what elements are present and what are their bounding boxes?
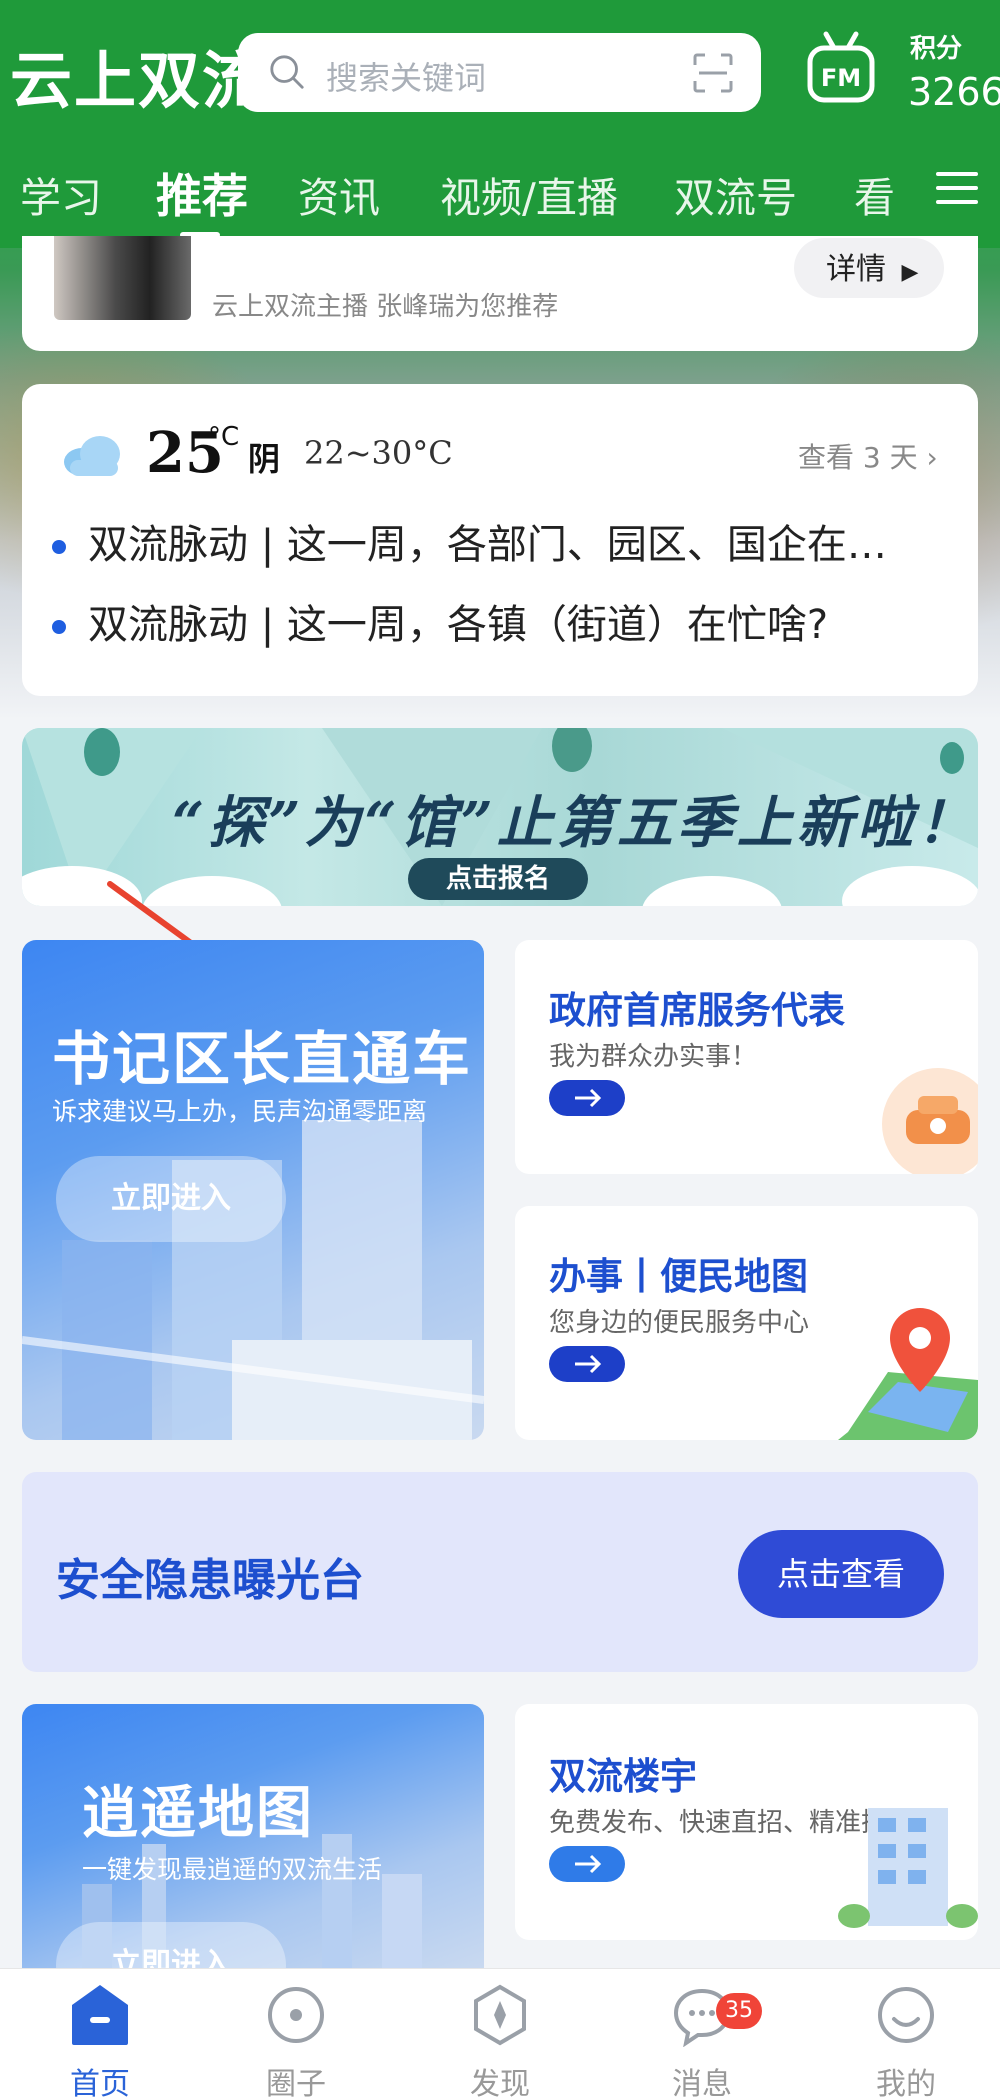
arrow-right-icon	[575, 1088, 602, 1108]
nav-discover[interactable]: 发现	[400, 1969, 600, 2097]
chevron-right-icon: ›	[926, 441, 938, 474]
gov-service-title: 政府首席服务代表	[549, 989, 845, 1032]
service-map-subtitle: 您身边的便民服务中心	[549, 1308, 810, 1338]
secretary-tile-subtitle: 诉求建议马上办，民声沟通零距离	[52, 1097, 428, 1126]
points-value[interactable]: 3266	[908, 70, 1000, 114]
news-item[interactable]: 双流脉动 | 这一周，各镇（街道）在忙啥?	[52, 592, 828, 650]
map-pin-icon	[838, 1308, 978, 1440]
channel-tabs: 学习 推荐 资讯 视频/直播 双流号 看	[0, 160, 1000, 238]
temperature-unit: °C	[208, 422, 240, 452]
anchor-recommend-card[interactable]: 云上双流主播 张峰瑞为您推荐 详情 ▶	[22, 236, 978, 351]
menu-icon[interactable]	[936, 170, 978, 206]
building-icon	[838, 1808, 978, 1928]
message-badge: 35	[716, 1993, 762, 2029]
news-title: 双流脉动 | 这一周，各镇（街道）在忙啥?	[88, 602, 829, 648]
service-map-arrow-button[interactable]	[549, 1346, 625, 1382]
cloud-icon	[64, 436, 120, 476]
arrow-right-icon	[575, 1354, 602, 1374]
anchor-photo	[54, 236, 191, 320]
safety-hazard-tile[interactable]: 安全隐患曝光台 点击查看	[22, 1472, 978, 1672]
nav-home-label: 首页	[70, 2067, 130, 2097]
tab-recommend[interactable]: 推荐	[156, 160, 248, 226]
bullet-icon	[52, 620, 66, 634]
signup-button[interactable]: 点击报名	[408, 858, 588, 900]
nav-messages[interactable]: 35 消息	[602, 1969, 802, 2097]
service-map-title: 办事丨便民地图	[549, 1255, 808, 1298]
arrow-right-icon	[575, 1854, 602, 1874]
anchor-subtitle: 云上双流主播 张峰瑞为您推荐	[212, 292, 559, 322]
search-placeholder: 搜索关键词	[326, 59, 487, 97]
leisure-map-title: 逍遥地图	[82, 1781, 314, 1846]
gov-service-arrow-button[interactable]	[549, 1080, 625, 1116]
secretary-enter-button[interactable]: 立即进入	[56, 1156, 286, 1242]
home-icon	[72, 1985, 128, 2045]
buildings-tile[interactable]: 双流楼宇 免费发布、快速直招、精准搜房	[515, 1704, 978, 1940]
tab-video-live[interactable]: 视频/直播	[440, 164, 618, 224]
nav-home[interactable]: 首页	[0, 1969, 200, 2097]
weather-condition: 阴	[248, 440, 281, 478]
top-header: 云上双流 搜索关键词 FM 积分 3266 学习 推荐 资讯 视频/直播 双流号…	[0, 0, 1000, 248]
circle-icon	[268, 1987, 324, 2043]
news-title: 双流脉动 | 这一周，各部门、园区、国企在…	[88, 522, 887, 568]
forecast-label: 查看 3 天	[798, 441, 918, 474]
leisure-map-tile[interactable]: 逍遥地图 一键发现最逍遥的双流生活 立即进入	[22, 1704, 484, 1968]
service-map-tile[interactable]: 办事丨便民地图 您身边的便民服务中心	[515, 1206, 978, 1440]
nav-me-label: 我的	[876, 2067, 936, 2097]
points-label: 积分	[910, 34, 963, 64]
tab-shuangliu-account[interactable]: 双流号	[674, 164, 797, 224]
phone-icon	[882, 1068, 978, 1174]
buildings-arrow-button[interactable]	[549, 1846, 625, 1882]
weather-forecast-link[interactable]: 查看 3 天 ›	[798, 436, 938, 476]
search-bar[interactable]: 搜索关键词	[238, 33, 761, 112]
buildings-title: 双流楼宇	[549, 1755, 697, 1798]
bottom-nav: 首页 圈子 发现 35 消息 我的	[0, 1968, 1000, 2097]
bullet-icon	[52, 540, 66, 554]
app-logo: 云上双流	[10, 44, 267, 117]
weather-card: 25 °C 阴 22~30°C 查看 3 天 › 双流脉动 | 这一周，各部门、…	[22, 384, 978, 696]
banner-title: “探”为“馆”止第五季上新啦！	[172, 790, 977, 856]
gov-service-subtitle: 我为群众办实事！	[549, 1042, 758, 1072]
gov-service-tile[interactable]: 政府首席服务代表 我为群众办实事！	[515, 940, 978, 1174]
secretary-tile-title: 书记区长直通车	[52, 1025, 473, 1093]
temperature-range: 22~30°C	[304, 434, 453, 472]
tab-watch[interactable]: 看	[854, 164, 895, 224]
safety-view-button[interactable]: 点击查看	[738, 1530, 944, 1618]
nav-circle[interactable]: 圈子	[196, 1969, 396, 2097]
leisure-map-subtitle: 一键发现最逍遥的双流生活	[82, 1855, 383, 1884]
detail-label: 详情	[826, 252, 886, 287]
nav-discover-label: 发现	[470, 2067, 530, 2097]
safety-title: 安全隐患曝光台	[56, 1555, 364, 1606]
tab-study[interactable]: 学习	[20, 164, 102, 224]
compass-icon	[474, 1984, 526, 2046]
tab-news[interactable]: 资讯	[298, 164, 380, 224]
nav-circle-label: 圈子	[266, 2067, 326, 2097]
secretary-direct-tile[interactable]: 书记区长直通车 诉求建议马上办，民声沟通零距离 立即进入	[22, 940, 484, 1440]
scan-icon[interactable]	[691, 51, 735, 95]
nav-me[interactable]: 我的	[806, 1969, 1000, 2097]
nav-messages-label: 消息	[672, 2067, 732, 2097]
svg-text:FM: FM	[821, 64, 861, 92]
fm-radio-icon[interactable]: FM	[806, 30, 876, 110]
detail-button[interactable]: 详情 ▶	[794, 238, 944, 298]
search-icon	[270, 55, 304, 89]
leisure-enter-button[interactable]: 立即进入	[56, 1922, 286, 1968]
play-triangle-icon: ▶	[901, 260, 919, 285]
news-item[interactable]: 双流脉动 | 这一周，各部门、园区、国企在…	[52, 512, 887, 570]
profile-icon	[878, 1987, 934, 2043]
